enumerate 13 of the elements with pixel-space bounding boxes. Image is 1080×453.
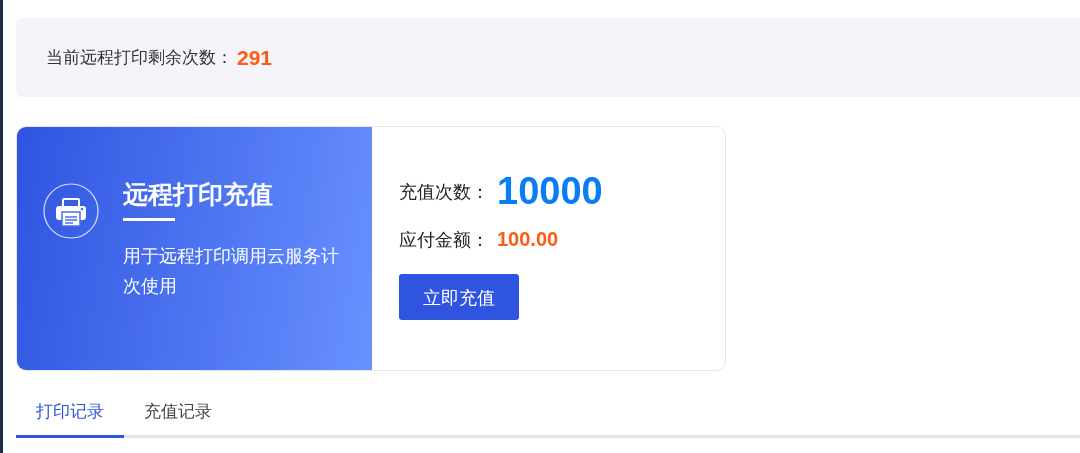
recharge-count: 10000 bbox=[497, 169, 603, 214]
tab[interactable]: 充值记录 bbox=[124, 393, 232, 438]
amount-value: 100.00 bbox=[497, 227, 559, 252]
tab[interactable]: 打印记录 bbox=[16, 393, 124, 438]
product-title: 远程打印充值 bbox=[123, 179, 274, 211]
printer-icon bbox=[43, 183, 99, 239]
count-label: 充值次数： bbox=[399, 180, 489, 204]
amount-label: 应付金额： bbox=[399, 227, 489, 252]
product-description: 用于远程打印调用云服务计次使用 bbox=[123, 243, 340, 299]
remaining-label: 当前远程打印剩余次数： bbox=[46, 45, 233, 69]
remaining-count: 291 bbox=[237, 44, 273, 71]
title-underline bbox=[123, 217, 175, 221]
recharge-button[interactable]: 立即充值 bbox=[399, 274, 519, 320]
